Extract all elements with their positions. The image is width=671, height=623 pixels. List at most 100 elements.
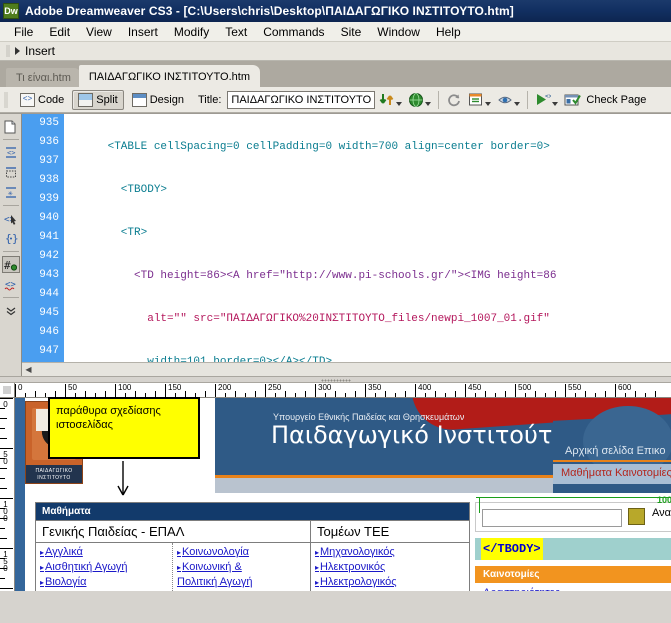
refresh-design-view-button[interactable]: [444, 92, 464, 108]
collapse-full-tag-icon[interactable]: <>: [2, 144, 20, 161]
collapse-outside-selection-icon[interactable]: [2, 164, 20, 181]
menu-help[interactable]: Help: [428, 23, 469, 41]
menu-commands[interactable]: Commands: [255, 23, 332, 41]
ruler-origin-icon[interactable]: [0, 383, 15, 398]
menu-modify[interactable]: Modify: [166, 23, 217, 41]
tbody-tag-label: </TBODY>: [481, 538, 543, 560]
horizontal-ruler[interactable]: 0 50 100 150 200 250 300 350 400 450 500…: [15, 383, 671, 398]
menu-site[interactable]: Site: [333, 23, 370, 41]
code-text-area[interactable]: <TABLE cellSpacing=0 cellPadding=0 width…: [64, 114, 671, 376]
triangle-right-icon[interactable]: [15, 47, 20, 55]
split-view-button[interactable]: Split: [72, 89, 124, 110]
menu-text[interactable]: Text: [217, 23, 255, 41]
nav-second-links[interactable]: Μαθήματα Καινοτομίες Εκδόσ: [553, 464, 671, 484]
highlight-invalid-code-icon[interactable]: <>: [2, 276, 20, 293]
check-page-button[interactable]: Check Page: [562, 92, 648, 108]
balance-braces-icon[interactable]: {}: [2, 230, 20, 247]
menu-view[interactable]: View: [78, 23, 120, 41]
list-item[interactable]: Βιολογία: [40, 575, 168, 590]
code-view-pane[interactable]: <> ✳ <> {} # <> 935 936 937 938 939 940 …: [0, 113, 671, 376]
validate-markup-button[interactable]: <>: [533, 92, 560, 108]
list-item[interactable]: Ηλεκτρονικός: [315, 560, 465, 575]
menu-file[interactable]: File: [6, 23, 41, 41]
expand-all-icon[interactable]: ✳: [2, 184, 20, 201]
toolbar-grip-icon[interactable]: [4, 91, 8, 108]
kainotomies-header: Καινοτομίες: [475, 566, 671, 583]
pane-splitter[interactable]: [0, 376, 671, 383]
toolbar-separator: [527, 90, 529, 109]
code-line: <TABLE cellSpacing=0 cellPadding=0 width…: [68, 141, 550, 153]
search-button-label[interactable]: Αναζ: [652, 507, 671, 519]
selection-guide-line: [476, 497, 671, 498]
line-number: 935: [39, 117, 59, 129]
view-options-button[interactable]: [466, 92, 493, 108]
ruler-label: 250: [268, 383, 282, 392]
coding-toolbar-separator: [2, 139, 19, 140]
visual-aids-button[interactable]: [495, 92, 522, 108]
menu-insert[interactable]: Insert: [120, 23, 166, 41]
list-item[interactable]: Ηλεκτρολογικός: [315, 575, 465, 590]
document-tab-active[interactable]: ΠΑΙΔΑΓΩΓΙΚΟ ΙΝΣΤΙΤΟΥΤΟ.htm: [78, 65, 260, 87]
insert-bar-label[interactable]: Insert: [25, 44, 55, 58]
list-item[interactable]: Μηχανολογικός: [315, 545, 465, 560]
design-view-button[interactable]: Design: [126, 90, 190, 110]
nav-top-links[interactable]: Αρχική σελίδα Επικο: [565, 445, 666, 457]
toolbar-separator: [438, 90, 440, 109]
kainotomies-links: Δραστηριότητες Έρευνες-Προγράμματα: [475, 583, 671, 591]
more-options-icon[interactable]: [2, 302, 20, 319]
search-go-icon[interactable]: [628, 508, 645, 525]
open-documents-icon[interactable]: [2, 118, 20, 135]
menu-edit[interactable]: Edit: [41, 23, 78, 41]
window-title: Adobe Dreamweaver CS3 - [C:\Users\chris\…: [25, 4, 514, 18]
list-item[interactable]: Αισθητική Αγωγή: [40, 560, 168, 575]
code-view-button[interactable]: Code: [14, 90, 70, 110]
code-line: <TR>: [68, 227, 148, 239]
line-number: 938: [39, 174, 59, 186]
menu-window[interactable]: Window: [369, 23, 428, 41]
list-item[interactable]: Πολιτική Αγωγή: [177, 575, 306, 590]
line-number: 940: [39, 212, 59, 224]
chevron-down-icon: [514, 101, 521, 106]
line-numbers-icon[interactable]: #: [1, 256, 20, 273]
mathimata-column-2: Κοινωνολογία Κοινωνική & Πολιτική Αγωγή …: [173, 543, 311, 591]
ruler-label: 100: [118, 383, 132, 392]
nav-orange-rule: [553, 460, 671, 462]
design-view-pane[interactable]: 0 50 100 150 200 250 300 350 400 450 500…: [0, 383, 671, 591]
split-view-icon: [78, 92, 94, 107]
coding-toolbar-separator: [2, 297, 19, 298]
ruler-label: 400: [418, 383, 432, 392]
preview-in-browser-button[interactable]: [406, 92, 433, 108]
mathimata-column-3: Μηχανολογικός Ηλεκτρονικός Ηλεκτρολογικό…: [311, 543, 469, 591]
ruler-label: 600: [618, 383, 632, 392]
list-item[interactable]: Δραστηριότητες: [483, 585, 671, 591]
visual-aids-icon: [498, 96, 513, 103]
list-item[interactable]: Κοινωνολογία: [177, 545, 306, 560]
dw-logo-icon: Dw: [3, 3, 19, 19]
svg-text:✳: ✳: [8, 190, 13, 199]
vertical-ruler[interactable]: 0 50 100 150 200: [0, 398, 15, 591]
drag-grip-icon[interactable]: [6, 45, 10, 57]
selected-tbody-block[interactable]: </TBODY>: [475, 538, 671, 560]
list-item[interactable]: Εφαρμοσμένων Τεχνών: [315, 590, 465, 591]
svg-text:#: #: [4, 259, 11, 271]
file-management-button[interactable]: [377, 92, 404, 108]
check-page-icon: [564, 94, 582, 105]
code-line: <TD height=86><A href="http://www.pi-sch…: [68, 270, 557, 282]
insert-bar: Insert: [0, 42, 671, 61]
select-parent-tag-icon[interactable]: <>: [2, 210, 20, 227]
list-item[interactable]: Μαθηματικά: [177, 590, 306, 591]
scroll-left-icon[interactable]: ◀: [22, 363, 35, 376]
search-input[interactable]: [482, 509, 622, 527]
list-item[interactable]: Κοινωνική &: [177, 560, 306, 575]
document-tab-inactive[interactable]: Τι είναι.htm: [6, 68, 81, 87]
line-number: 942: [39, 250, 59, 262]
line-number: 943: [39, 269, 59, 281]
list-item[interactable]: Γαλλικά: [40, 590, 168, 591]
kainotomies-panel: Καινοτομίες Δραστηριότητες Έρευνες-Προγρ…: [475, 566, 671, 591]
split-view-label: Split: [96, 93, 118, 106]
ruler-label: 50: [68, 383, 77, 392]
code-horizontal-scrollbar[interactable]: ◀: [22, 362, 671, 376]
logo-caption: ΠΑΙΔΑΓΩΓΙΚΟ ΙΝΣΤΙΤΟΥΤΟ: [26, 465, 82, 483]
page-title-input[interactable]: [227, 90, 376, 109]
list-item[interactable]: Αγγλικά: [40, 545, 168, 560]
